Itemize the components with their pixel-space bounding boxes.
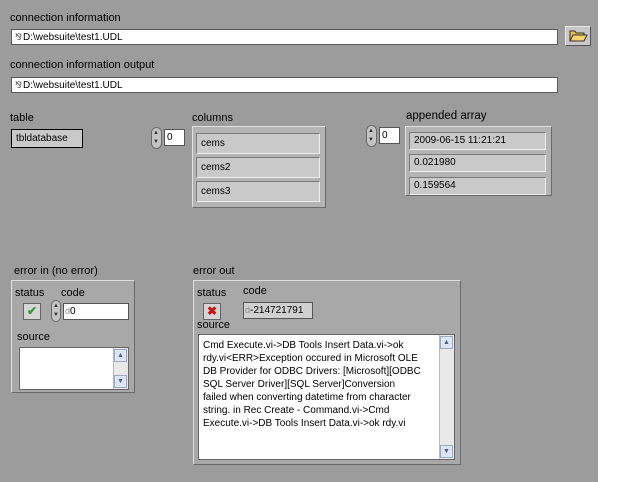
error-out-status-indicator: ✖ — [203, 303, 221, 320]
columns-array-frame: cems cems2 cems3 — [192, 126, 326, 208]
spin-up-icon: ▲ — [53, 303, 59, 309]
error-out-source-label: source — [197, 319, 231, 331]
table-indicator: tbldatabase — [11, 129, 83, 148]
connection-output-path-text: D:\websuite\test1.UDL — [23, 80, 123, 91]
checkmark-icon: ✔ — [26, 304, 38, 318]
columns-index-spinner[interactable]: ▲ ▼ — [151, 127, 162, 149]
appended-array-item: 0.159564 — [409, 177, 546, 195]
error-in-cluster: status code ✔ ▲ ▼ d0 source ▲ ▼ — [11, 280, 135, 393]
scroll-up-icon[interactable]: ▲ — [440, 336, 453, 349]
path-type-icon: ⅋ — [15, 80, 23, 90]
error-out-code-indicator: d-214721791 — [243, 302, 313, 319]
appended-array-item: 0.021980 — [409, 154, 546, 172]
spin-down-icon: ▼ — [153, 139, 159, 145]
front-panel: connection information ⅋D:\websuite\test… — [0, 0, 598, 482]
connection-info-path-control[interactable]: ⅋D:\websuite\test1.UDL — [11, 29, 558, 45]
error-out-status-label: status — [197, 287, 227, 299]
spin-down-icon: ▼ — [368, 137, 374, 143]
error-in-label: error in (no error) — [14, 265, 98, 277]
error-out-source-scrollbar[interactable]: ▲ ▼ — [439, 335, 454, 459]
connection-info-label: connection information — [10, 12, 121, 24]
error-out-code-label: code — [243, 285, 267, 297]
error-out-label: error out — [193, 265, 235, 277]
spin-up-icon: ▲ — [368, 128, 374, 134]
columns-item[interactable]: cems2 — [196, 157, 320, 178]
error-out-source-text: Cmd Execute.vi->DB Tools Insert Data.vi-… — [203, 340, 421, 429]
scroll-down-icon[interactable]: ▼ — [114, 375, 127, 388]
appended-index-input[interactable]: 0 — [379, 127, 400, 144]
browse-button[interactable] — [565, 26, 591, 46]
table-label: table — [10, 112, 34, 124]
connection-info-path-text: D:\websuite\test1.UDL — [23, 32, 123, 43]
error-in-code-spinner[interactable]: ▲ ▼ — [51, 300, 61, 322]
appended-array-item: 2009-06-15 11:21:21 — [409, 132, 546, 150]
error-out-source-indicator: Cmd Execute.vi->DB Tools Insert Data.vi-… — [198, 334, 455, 460]
spin-down-icon: ▼ — [53, 312, 59, 318]
error-in-source-label: source — [17, 331, 51, 343]
error-in-source-scrollbar[interactable]: ▲ ▼ — [113, 348, 128, 389]
columns-item[interactable]: cems — [196, 133, 320, 154]
path-type-icon: ⅋ — [15, 32, 23, 42]
error-in-code-value: 0 — [70, 306, 76, 317]
columns-item[interactable]: cems3 — [196, 181, 320, 202]
error-in-code-input[interactable]: d0 — [63, 303, 129, 320]
error-out-code-value: -214721791 — [250, 305, 304, 316]
connection-output-path-indicator: ⅋D:\websuite\test1.UDL — [11, 77, 558, 93]
error-in-code-label: code — [61, 287, 85, 299]
columns-index-input[interactable]: 0 — [164, 129, 185, 146]
x-mark-icon: ✖ — [206, 304, 218, 318]
folder-open-icon — [569, 30, 588, 42]
error-out-cluster: status code ✖ source d-214721791 Cmd Exe… — [193, 280, 461, 465]
columns-label: columns — [192, 112, 233, 124]
scroll-up-icon[interactable]: ▲ — [114, 349, 127, 362]
appended-array-label: appended array — [406, 110, 487, 122]
error-in-status-toggle[interactable]: ✔ — [23, 303, 41, 320]
appended-array-frame: 2009-06-15 11:21:21 0.021980 0.159564 — [405, 126, 552, 196]
scroll-down-icon[interactable]: ▼ — [440, 445, 453, 458]
appended-index-spinner[interactable]: ▲ ▼ — [366, 125, 377, 147]
connection-output-label: connection information output — [10, 59, 155, 71]
error-in-status-label: status — [15, 287, 45, 299]
spin-up-icon: ▲ — [153, 130, 159, 136]
error-in-source-input[interactable]: ▲ ▼ — [19, 347, 129, 390]
